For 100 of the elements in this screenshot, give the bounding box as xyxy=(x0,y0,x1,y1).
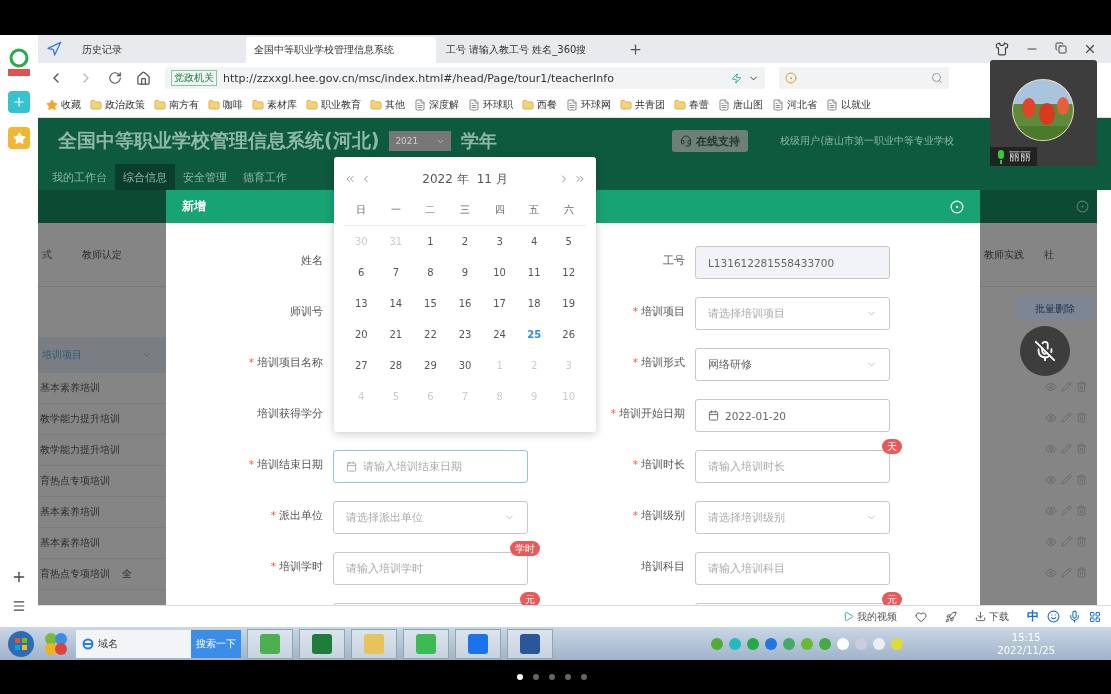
bookmark[interactable]: 素材库 xyxy=(252,98,297,112)
bookmark[interactable]: 深度解 xyxy=(414,98,459,112)
bookmark[interactable]: 环球网 xyxy=(566,98,611,112)
calendar-day[interactable]: 16 xyxy=(458,298,472,309)
bookmark[interactable]: 环球职 xyxy=(468,98,513,112)
start-orb-icon[interactable] xyxy=(6,628,36,659)
new-tab-icon[interactable] xyxy=(628,41,643,57)
calendar-day[interactable]: 22 xyxy=(424,329,437,340)
navigation-icon[interactable] xyxy=(46,41,62,57)
skin-icon[interactable] xyxy=(995,42,1009,56)
calendar-day[interactable]: 8 xyxy=(427,267,434,278)
calendar-day[interactable]: 28 xyxy=(389,360,403,371)
calendar-day[interactable]: 15 xyxy=(424,298,437,309)
calendar-icon xyxy=(346,461,357,472)
my-videos-link[interactable]: 我的视频 xyxy=(843,609,897,624)
rocket-icon[interactable] xyxy=(945,610,957,623)
app-tile-icon[interactable] xyxy=(403,628,449,659)
calendar-day[interactable]: 4 xyxy=(530,236,538,247)
calendar-day[interactable]: 19 xyxy=(562,298,576,309)
bookmark[interactable]: 共青团 xyxy=(620,98,665,112)
menu-icon[interactable] xyxy=(12,599,26,613)
mic-icon[interactable] xyxy=(1068,610,1081,623)
calendar-day[interactable]: 17 xyxy=(493,298,506,309)
month-label[interactable]: 11 月 xyxy=(476,170,508,188)
taskbar-search-field[interactable]: 域名 xyxy=(76,629,191,658)
browser-logo-icon[interactable] xyxy=(6,47,32,77)
calendar-day[interactable]: 5 xyxy=(565,236,572,247)
bookmark[interactable]: 河北省 xyxy=(772,98,817,112)
calendar-day[interactable]: 26 xyxy=(562,329,576,340)
star-app-icon[interactable] xyxy=(8,127,30,149)
bookmark[interactable]: 职业教育 xyxy=(306,98,361,112)
browser-tab[interactable]: 工号 请输入教工号 姓名_360搜 xyxy=(438,37,618,63)
nav-item[interactable]: 安全管理 xyxy=(175,164,235,190)
calendar-day[interactable]: 20 xyxy=(354,329,368,340)
page-icon xyxy=(772,99,784,111)
bookmark[interactable]: 收藏 xyxy=(46,98,81,112)
emoji-icon[interactable] xyxy=(1047,610,1060,623)
calendar-day[interactable]: 9 xyxy=(461,267,469,278)
calendar-day[interactable]: 7 xyxy=(392,267,400,278)
next-year-icon[interactable] xyxy=(574,173,586,185)
restore-icon[interactable] xyxy=(1055,42,1067,54)
bookmark[interactable]: 政治政策 xyxy=(90,98,145,112)
nav-item[interactable]: 德育工作 xyxy=(235,164,295,190)
field-label: * 培训学时 xyxy=(270,559,323,572)
year-label[interactable]: 2022 年 xyxy=(422,170,469,188)
calendar-day[interactable]: 6 xyxy=(358,267,365,278)
calendar-day[interactable]: 2 xyxy=(461,236,469,247)
folder-icon xyxy=(208,99,220,111)
calendar-day[interactable]: 21 xyxy=(389,329,403,340)
grid-icon[interactable] xyxy=(1089,610,1101,623)
calendar-day[interactable]: 29 xyxy=(424,360,437,371)
app-tile-icon[interactable] xyxy=(299,628,345,659)
reload-icon[interactable] xyxy=(108,71,122,85)
ime-mode[interactable]: 中 xyxy=(1027,608,1039,625)
app-tile-icon[interactable] xyxy=(247,628,293,659)
select-field[interactable]: 网络研修 xyxy=(695,348,890,381)
app-tile-icon[interactable] xyxy=(507,628,553,659)
download-link[interactable]: 下载 xyxy=(975,609,1009,624)
text-field[interactable]: L131612281558433700 xyxy=(695,246,890,279)
calendar-day[interactable]: 1 xyxy=(427,236,434,247)
calendar-day[interactable]: 14 xyxy=(389,298,403,309)
search-field[interactable] xyxy=(779,67,949,89)
calendar-day[interactable]: 11 xyxy=(527,267,541,278)
calendar-day[interactable]: 23 xyxy=(458,329,472,340)
bookmark[interactable]: 西餐 xyxy=(522,98,557,112)
home-icon[interactable] xyxy=(136,70,151,86)
calendar-day[interactable]: 12 xyxy=(562,267,576,278)
browser-tab[interactable]: 历史记录 xyxy=(74,37,244,63)
browser-tab[interactable]: 全国中等职业学校管理信息系统 xyxy=(246,37,436,63)
add-icon[interactable] xyxy=(11,569,27,585)
view-icon xyxy=(1045,442,1057,455)
heart-icon[interactable] xyxy=(915,610,927,623)
unit-badge: 天 xyxy=(882,439,902,454)
calendar-day[interactable]: 27 xyxy=(354,360,368,371)
bookmark[interactable]: 其他 xyxy=(370,98,405,112)
lightning-icon[interactable] xyxy=(731,72,742,84)
calendar-day[interactable]: 30 xyxy=(458,360,472,371)
address-field[interactable]: 党政机关 http://zzxxgl.hee.gov.cn/msc/index.html#/head/Page/tour1/teacherInfo xyxy=(165,67,765,89)
field-label: * 培训开始日期 xyxy=(610,406,685,419)
bookmark[interactable]: 以就业 xyxy=(826,98,871,112)
search-icon[interactable] xyxy=(931,72,943,84)
bookmark[interactable]: 唐山图 xyxy=(718,98,763,112)
nav-item[interactable]: 我的工作台 xyxy=(44,164,115,190)
close-icon[interactable] xyxy=(1083,42,1097,56)
view-icon xyxy=(1045,473,1057,486)
star-icon xyxy=(46,99,58,111)
bookmark[interactable]: 南方有 xyxy=(154,98,199,112)
nav-item[interactable]: 综合信息 xyxy=(115,164,175,190)
calendar-day[interactable]: 3 xyxy=(496,236,503,247)
bookmark[interactable]: 春蕾 xyxy=(674,98,709,112)
calendar-day[interactable]: 10 xyxy=(493,267,506,278)
date-field[interactable]: 2022-01-20 xyxy=(695,399,890,432)
calendar-day[interactable]: 18 xyxy=(527,298,541,309)
bookmark[interactable]: 咖啡 xyxy=(208,98,243,112)
calendar-day[interactable]: 13 xyxy=(354,298,368,309)
app-tile-icon[interactable] xyxy=(455,628,501,659)
folder-icon xyxy=(252,99,264,111)
previous-year-icon[interactable] xyxy=(344,173,356,185)
calendar-day[interactable]: 24 xyxy=(493,329,506,340)
app-tile-icon[interactable] xyxy=(351,628,397,659)
